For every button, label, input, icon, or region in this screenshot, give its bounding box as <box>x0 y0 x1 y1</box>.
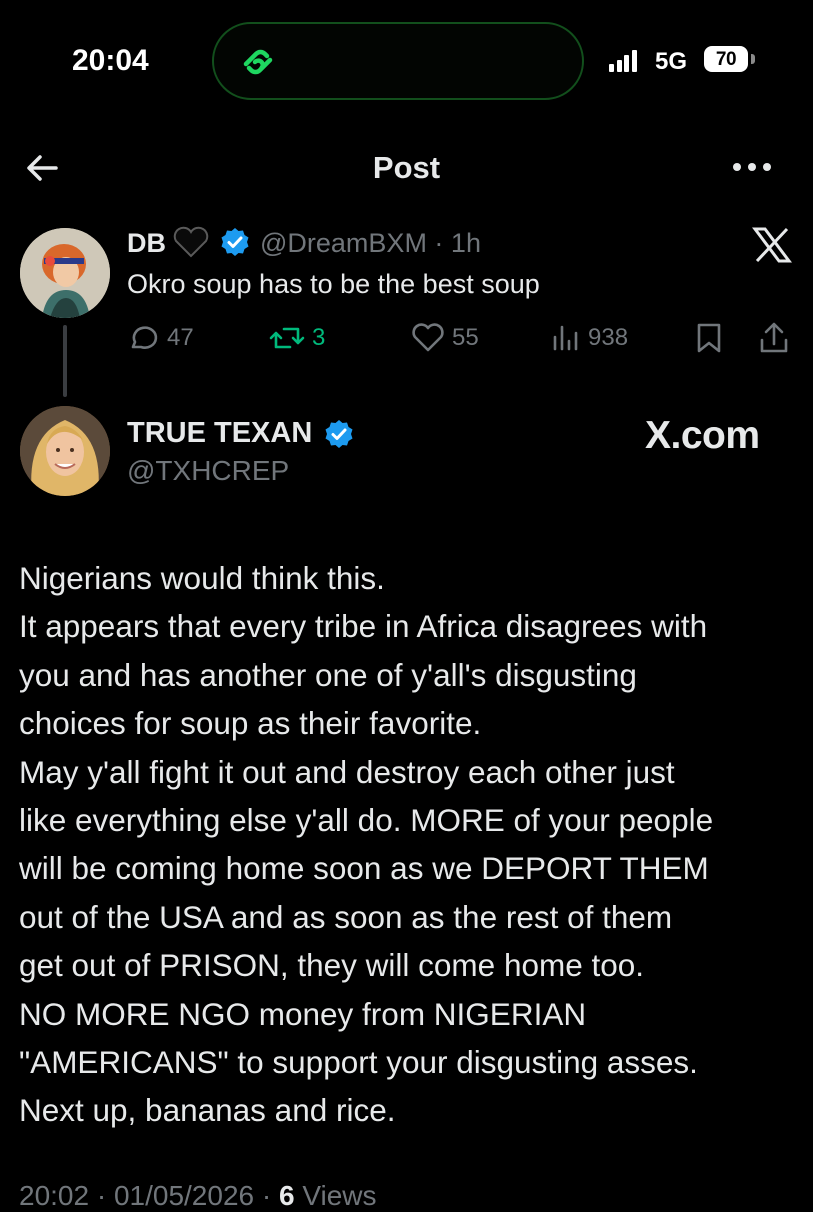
author-name[interactable]: TRUE TEXAN <box>127 417 312 450</box>
black-heart-icon <box>173 226 209 258</box>
views-button[interactable]: 938 <box>550 320 628 356</box>
app-link-icon <box>243 49 273 75</box>
reply-icon <box>131 326 158 349</box>
thread-line <box>63 325 67 397</box>
post-body: Nigerians would think this. It appears t… <box>19 554 809 1135</box>
post-line: Nigerians would think this. <box>19 560 385 596</box>
author-handle: @TXHCREP <box>127 455 290 486</box>
repost-count: 3 <box>312 324 326 351</box>
status-time: 20:04 <box>72 44 149 77</box>
avatar[interactable] <box>20 228 110 318</box>
bookmark-icon[interactable] <box>694 321 724 355</box>
x-logo-icon <box>752 227 792 263</box>
reply-count: 47 <box>167 324 194 351</box>
network-label: 5G <box>655 48 688 75</box>
post-line: will be coming home soon as we DEPORT TH… <box>19 850 709 887</box>
post-line: like everything else y'all do. MORE of y… <box>19 802 714 839</box>
repost-button[interactable]: 3 <box>268 320 325 356</box>
post-text: Okro soup has to be the best soup <box>127 269 540 299</box>
repost-icon <box>269 327 305 349</box>
battery-icon: 70 <box>704 46 756 74</box>
views-icon <box>553 325 578 351</box>
post-line: "AMERICANS" to support your disgusting a… <box>19 1044 698 1081</box>
signal-icon <box>609 50 639 72</box>
post-views-label: Views <box>294 1180 377 1211</box>
avatar[interactable] <box>20 406 110 496</box>
post-line: May y'all fight it out and destroy each … <box>19 753 675 790</box>
post-meta: 20:02 · 01/05/2026 · 6 Views <box>19 1180 377 1212</box>
more-icon[interactable] <box>733 158 781 178</box>
author-handle-time: @DreamBXM · 1h <box>260 228 481 258</box>
post-line: choices for soup as their favorite. <box>19 705 482 742</box>
post-line: get out of PRISON, they will come home t… <box>19 947 645 984</box>
post-line: out of the USA and as soon as the rest o… <box>19 898 673 935</box>
post-line: you and has another one of y'all's disgu… <box>19 656 637 693</box>
post-timestamp: 20:02 · 01/05/2026 · <box>19 1180 279 1211</box>
page-title: Post <box>372 150 441 185</box>
author-name[interactable]: DB <box>127 228 166 259</box>
post-views-count: 6 <box>278 1180 295 1211</box>
dynamic-island[interactable] <box>212 22 584 100</box>
like-icon <box>412 323 444 352</box>
battery-level: 70 <box>715 49 737 70</box>
post-line: Next up, bananas and rice. <box>19 1092 396 1129</box>
verified-icon <box>221 228 249 256</box>
brand-label: X.com <box>645 414 760 457</box>
like-count: 55 <box>452 324 479 351</box>
views-count: 938 <box>588 324 629 351</box>
post-line: It appears that every tribe in Africa di… <box>19 608 708 645</box>
share-icon[interactable] <box>757 320 791 356</box>
like-button[interactable]: 55 <box>410 320 479 356</box>
reply-button[interactable]: 47 <box>127 320 194 356</box>
verified-icon <box>325 420 353 448</box>
post-line: NO MORE NGO money from NIGERIAN <box>19 995 587 1032</box>
